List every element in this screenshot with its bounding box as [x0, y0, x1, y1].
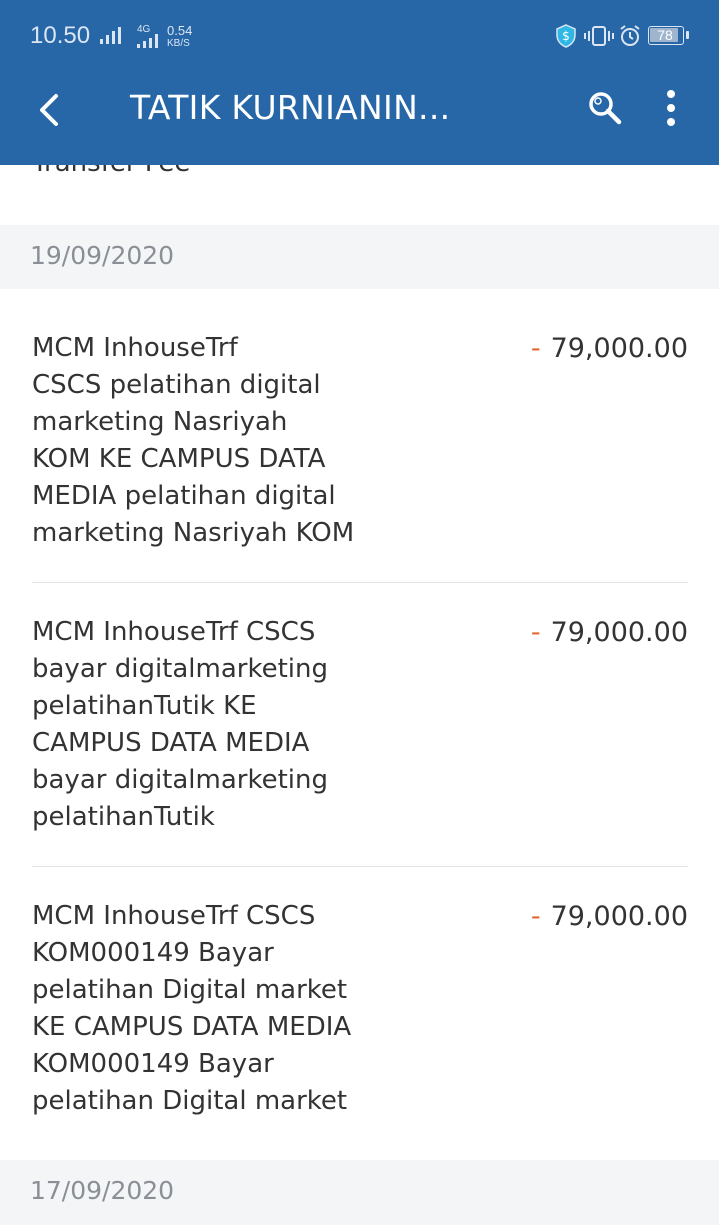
debit-sign: - [530, 901, 541, 932]
transaction-amount: -79,000.00 [531, 330, 688, 367]
signal-strength-icon [100, 26, 121, 44]
debit-sign: - [530, 333, 541, 364]
app-bar: 10.50 4G 0.54 KB/S $ 78 TATIK KURNIANIN.… [0, 0, 719, 165]
description-line: MCM InhouseTrf [32, 333, 238, 363]
description-line: KOM KE CAMPUS DATA [32, 444, 326, 474]
amount-value: 79,000.00 [550, 901, 688, 932]
status-bar: 10.50 4G 0.54 KB/S $ 78 [0, 0, 719, 70]
debit-sign: - [530, 617, 541, 648]
network-speed-value: 0.54 [167, 23, 193, 38]
alarm-icon [620, 25, 640, 46]
svg-text:$: $ [562, 29, 570, 43]
description-line: MEDIA pelatihan digital [32, 481, 336, 511]
page-title: TATIK KURNIANIN... [130, 88, 451, 127]
description-line: marketing Nasriyah [32, 407, 288, 437]
date-header-label: 19/09/2020 [30, 241, 175, 270]
transaction-description: MCM InhouseTrf CSCS KOM000149 Bayar pela… [32, 898, 392, 1120]
network-speed-unit: KB/S [167, 38, 190, 49]
battery-icon: 78 [648, 26, 689, 45]
description-line: MCM InhouseTrf CSCS [32, 617, 316, 647]
status-time: 10.50 [30, 22, 91, 49]
amount-value: 79,000.00 [550, 617, 688, 648]
description-line: pelatihan Digital market [32, 1086, 348, 1116]
description-line: CSCS pelatihan digital [32, 370, 321, 400]
description-line: KOM000149 Bayar [32, 1049, 274, 1079]
description-line: KE CAMPUS DATA MEDIA [32, 1012, 352, 1042]
date-header: 17/09/2020 [0, 1160, 719, 1225]
divider [32, 582, 688, 583]
divider [32, 866, 688, 867]
date-header: 19/09/2020 [0, 225, 719, 289]
description-line: KOM000149 Bayar [32, 938, 274, 968]
network-speed: 0.54 KB/S [167, 24, 192, 50]
signal-strength-icon [137, 30, 158, 48]
transaction-description: MCM InhouseTrf CSCS pelatihan digital ma… [32, 330, 392, 552]
transaction-list: Transfer Fee 19/09/2020 MCM InhouseTrf C… [0, 0, 719, 1225]
vibrate-icon [584, 26, 614, 46]
shield-icon: $ [556, 24, 576, 48]
search-icon[interactable] [585, 88, 625, 128]
description-line: CAMPUS DATA MEDIA [32, 728, 310, 758]
more-vert-icon[interactable] [655, 88, 687, 128]
description-line: MCM InhouseTrf CSCS [32, 901, 316, 931]
description-line: bayar digitalmarketing [32, 765, 328, 795]
description-line: pelatihan Digital market [32, 975, 348, 1005]
description-line: marketing Nasriyah KOM [32, 518, 355, 548]
back-arrow-icon[interactable] [30, 90, 70, 130]
amount-value: 79,000.00 [550, 333, 688, 364]
transaction-amount: -79,000.00 [531, 614, 688, 651]
description-line: pelatihanTutik KE [32, 691, 257, 721]
transaction-description: MCM InhouseTrf CSCS bayar digitalmarketi… [32, 614, 392, 836]
description-line: bayar digitalmarketing [32, 654, 328, 684]
description-line: pelatihanTutik [32, 802, 215, 832]
transaction-amount: -79,000.00 [531, 898, 688, 935]
battery-level: 78 [657, 27, 673, 43]
date-header-label: 17/09/2020 [30, 1176, 175, 1205]
